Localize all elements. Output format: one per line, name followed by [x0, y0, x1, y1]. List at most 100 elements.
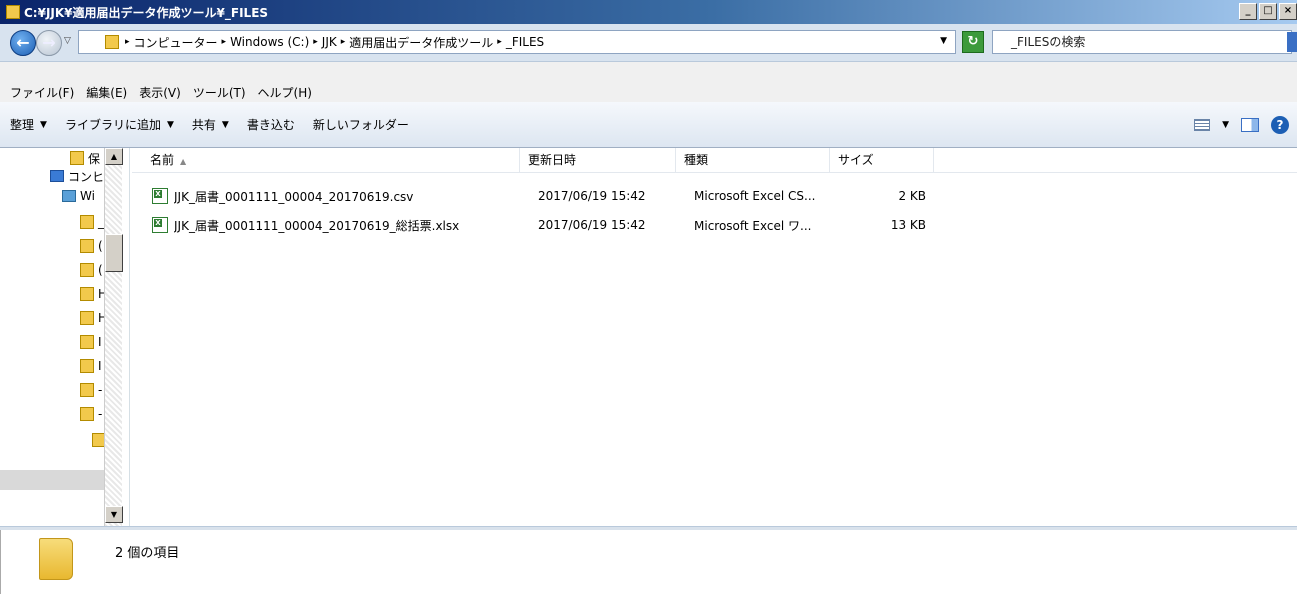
file-type: Microsoft Excel CS... — [694, 189, 816, 203]
column-headers: 名前 ▲ 更新日時 種類 サイズ — [132, 148, 1297, 173]
address-dropdown-icon[interactable]: ▼ — [940, 36, 947, 46]
minimize-button[interactable]: _ — [1239, 3, 1257, 20]
include-library-label: ライブラリに追加 — [64, 118, 161, 132]
breadcrumb-files[interactable]: _FILES — [506, 35, 544, 49]
menu-help[interactable]: ヘルプ(H) — [258, 84, 312, 101]
tree-item[interactable]: _ — [80, 212, 104, 232]
item-count: 2 個の項目 — [115, 546, 180, 561]
tree-item[interactable]: I — [80, 332, 102, 352]
folder-icon — [80, 407, 94, 421]
view-controls: ▼ ? — [1194, 116, 1289, 134]
file-size: 2 KB — [898, 189, 926, 203]
tree-label: ( — [98, 263, 103, 277]
arrow-right-icon: → — [42, 33, 56, 52]
arrow-left-icon: ← — [16, 33, 30, 52]
sort-up-icon: ▲ — [180, 157, 187, 166]
dropdown-arrow-icon: ▼ — [40, 119, 47, 130]
column-header-name[interactable]: 名前 ▲ — [132, 148, 520, 173]
folder-icon — [70, 151, 84, 165]
include-library-button[interactable]: ライブラリに追加 ▼ — [65, 116, 174, 133]
help-icon[interactable]: ? — [1271, 116, 1289, 134]
details-pane: 2 個の項目 — [0, 530, 1297, 594]
refresh-button[interactable]: ↻ — [962, 31, 984, 53]
file-name[interactable]: JJK_届書_0001111_00004_20170619.csv — [174, 188, 530, 205]
file-name[interactable]: JJK_届書_0001111_00004_20170619_総括票.xlsx — [174, 217, 530, 234]
search-icon[interactable] — [1287, 32, 1297, 52]
drive-icon — [62, 190, 76, 202]
tree-item-computer[interactable]: コンヒ — [50, 166, 104, 186]
tree-item[interactable]: H — [80, 284, 107, 304]
view-list-icon[interactable] — [1194, 119, 1211, 131]
computer-icon — [50, 170, 64, 182]
tree-label: ( — [98, 239, 103, 253]
file-row[interactable]: JJK_届書_0001111_00004_20170619.csv 2017/0… — [132, 185, 926, 207]
tree-item-drive[interactable]: Wi — [62, 186, 95, 206]
window-controls: _ □ × — [1239, 3, 1297, 20]
tree-label: 保 — [88, 151, 101, 166]
file-list: 名前 ▲ 更新日時 種類 サイズ JJK_届書_0001111_00004_201… — [132, 148, 1297, 526]
chevron-icon[interactable]: ▸ — [341, 37, 346, 47]
menu-edit[interactable]: 編集(E) — [86, 84, 127, 101]
column-header-size[interactable]: サイズ — [830, 148, 934, 173]
folder-icon — [39, 538, 73, 580]
folder-icon — [80, 311, 94, 325]
menu-view[interactable]: 表示(V) — [139, 84, 181, 101]
organize-label: 整理 — [10, 118, 35, 132]
view-dropdown-icon[interactable]: ▼ — [1222, 120, 1229, 130]
search-input[interactable]: _FILESの検索 — [992, 30, 1292, 54]
burn-button[interactable]: 書き込む — [247, 116, 295, 133]
file-size: 13 KB — [890, 218, 926, 232]
dropdown-arrow-icon: ▼ — [166, 119, 174, 130]
column-header-modified[interactable]: 更新日時 — [520, 148, 676, 173]
close-button[interactable]: × — [1279, 3, 1297, 20]
back-button[interactable]: ← — [10, 30, 36, 56]
tree-label: I — [98, 359, 102, 373]
tree-item[interactable]: 保 — [70, 148, 100, 168]
title-bar: C:¥JJK¥適用届出データ作成ツール¥_FILES _ □ × — [0, 0, 1297, 24]
tree-label: コンヒ — [68, 169, 105, 184]
breadcrumb-drive[interactable]: Windows (C:) — [230, 35, 309, 49]
nav-scrollbar[interactable]: ▲ ▼ — [104, 148, 123, 526]
scroll-thumb[interactable] — [105, 234, 123, 272]
chevron-icon[interactable]: ▸ — [125, 37, 130, 47]
breadcrumb-computer[interactable]: コンピューター — [134, 34, 218, 51]
preview-pane-icon[interactable] — [1241, 118, 1259, 132]
tree-label: I — [98, 335, 102, 349]
file-modified: 2017/06/19 15:42 — [538, 189, 646, 203]
forward-button[interactable]: → — [36, 30, 62, 56]
column-header-type[interactable]: 種類 — [676, 148, 830, 173]
tree-label: Wi — [80, 189, 95, 203]
tree-item[interactable]: H — [80, 308, 107, 328]
file-row[interactable]: JJK_届書_0001111_00004_20170619_総括票.xlsx 2… — [132, 214, 926, 236]
recent-pages-dropdown[interactable]: ▽ — [64, 36, 71, 46]
folder-icon — [80, 263, 94, 277]
tree-item[interactable]: - — [80, 404, 102, 424]
share-label: 共有 — [191, 118, 216, 132]
scroll-up-arrow-icon[interactable]: ▲ — [105, 148, 123, 165]
organize-button[interactable]: 整理 ▼ — [10, 116, 47, 133]
menu-file[interactable]: ファイル(F) — [10, 84, 74, 101]
new-folder-button[interactable]: 新しいフォルダー — [313, 116, 409, 133]
breadcrumb-tool[interactable]: 適用届出データ作成ツール — [349, 34, 493, 51]
excel-csv-icon — [152, 188, 168, 204]
menu-tools[interactable]: ツール(T) — [193, 84, 246, 101]
tree-item[interactable]: I — [80, 356, 102, 376]
folder-icon — [80, 335, 94, 349]
tree-selection — [0, 470, 104, 490]
breadcrumb-jjk[interactable]: JJK — [322, 35, 337, 49]
navigation-pane: 保 コンヒ Wi _ ( ( H H I I - - ▲ ▼ — [0, 148, 130, 526]
chevron-icon[interactable]: ▸ — [222, 37, 227, 47]
tree-label: - — [98, 407, 103, 421]
tree-item[interactable]: - — [80, 380, 102, 400]
column-header-label: 名前 — [150, 153, 175, 167]
chevron-icon[interactable]: ▸ — [313, 37, 318, 47]
chevron-icon[interactable]: ▸ — [497, 37, 502, 47]
share-button[interactable]: 共有 ▼ — [192, 116, 229, 133]
scroll-down-arrow-icon[interactable]: ▼ — [105, 506, 123, 523]
maximize-button[interactable]: □ — [1259, 3, 1277, 20]
address-field[interactable]: ▸ コンピューター ▸ Windows (C:) ▸ JJK ▸ 適用届出データ… — [78, 30, 956, 54]
tree-item[interactable]: ( — [80, 260, 103, 280]
menu-bar: ファイル(F) 編集(E) 表示(V) ツール(T) ヘルプ(H) — [0, 82, 1297, 102]
tree-item[interactable]: ( — [80, 236, 103, 256]
address-bar-area: ← → ▽ ▸ コンピューター ▸ Windows (C:) ▸ JJK ▸ 適… — [0, 24, 1297, 62]
